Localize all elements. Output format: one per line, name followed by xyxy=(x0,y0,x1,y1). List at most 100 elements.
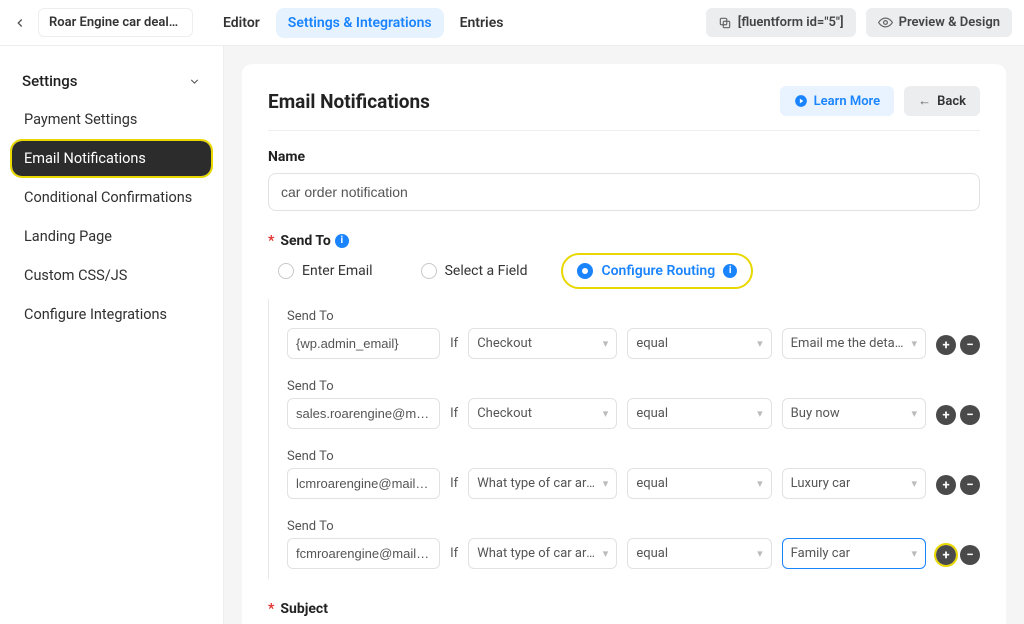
routing-row: Send To If What type of car are you ▾ eq… xyxy=(287,509,980,579)
back-label: Back xyxy=(937,94,966,109)
form-title[interactable]: Roar Engine car deal… xyxy=(38,8,193,37)
routing-field-select[interactable]: What type of car are you ▾ xyxy=(468,468,617,499)
routing-row-actions xyxy=(936,405,980,429)
routing-address-input[interactable] xyxy=(287,468,440,499)
select-value: Checkout xyxy=(477,406,532,421)
select-value: Checkout xyxy=(477,336,532,351)
select-value: What type of car are you xyxy=(477,476,597,491)
remove-route-button[interactable] xyxy=(960,405,980,425)
sidebar-item-configure-integrations[interactable]: Configure Integrations xyxy=(12,297,211,332)
routing-sendto-label: Send To xyxy=(287,379,440,394)
routing-field-select[interactable]: What type of car are you ▾ xyxy=(468,538,617,569)
chevron-down-icon xyxy=(188,75,201,88)
chevron-down-icon: ▾ xyxy=(603,547,609,560)
required-mark: * xyxy=(268,233,274,249)
sidebar-item-custom-css-js[interactable]: Custom CSS/JS xyxy=(12,258,211,293)
topbar-actions: [fluentform id="5"] Preview & Design xyxy=(706,8,1012,37)
if-label: If xyxy=(450,336,458,359)
tab-entries[interactable]: Entries xyxy=(448,8,516,38)
routing-row-actions xyxy=(936,335,980,359)
send-to-section: * Send To i Enter Email Select a Field xyxy=(268,233,980,579)
select-value: Buy now xyxy=(791,406,840,421)
send-to-label: * Send To i xyxy=(268,233,980,249)
sidebar-group-label: Settings xyxy=(22,72,78,90)
shortcode-text: [fluentform id="5"] xyxy=(738,15,844,30)
learn-more-label: Learn More xyxy=(814,94,880,109)
routing-operator-select[interactable]: equal ▾ xyxy=(627,468,771,499)
chevron-down-icon: ▾ xyxy=(911,547,917,560)
routing-value-select[interactable]: Email me the details ▾ xyxy=(782,328,926,359)
chevron-down-icon: ▾ xyxy=(603,477,609,490)
routing-operator-select[interactable]: equal ▾ xyxy=(627,328,771,359)
required-mark: * xyxy=(268,601,274,617)
radio-label: Select a Field xyxy=(445,263,528,279)
chevron-down-icon: ▾ xyxy=(757,407,763,420)
routing-row-actions xyxy=(936,475,980,499)
copy-icon xyxy=(718,16,732,30)
add-route-button[interactable] xyxy=(936,335,956,355)
routing-address-input[interactable] xyxy=(287,538,440,569)
remove-route-button[interactable] xyxy=(960,545,980,565)
back-icon[interactable] xyxy=(8,11,32,35)
radio-configure-routing[interactable]: Configure Routing i xyxy=(565,257,749,285)
add-route-button[interactable] xyxy=(936,475,956,495)
sidebar-item-payment-settings[interactable]: Payment Settings xyxy=(12,102,211,137)
select-value: Family car xyxy=(791,546,850,561)
routing-address-col: Send To xyxy=(287,449,440,499)
remove-route-button[interactable] xyxy=(960,335,980,355)
add-route-button[interactable] xyxy=(936,405,956,425)
routing-sendto-label: Send To xyxy=(287,449,440,464)
info-icon[interactable]: i xyxy=(723,264,737,278)
radio-select-field[interactable]: Select a Field xyxy=(411,257,538,285)
routing-field-select[interactable]: Checkout ▾ xyxy=(468,328,617,359)
topbar: Roar Engine car deal… Editor Settings & … xyxy=(0,0,1024,46)
routing-table: Send To If Checkout ▾ equal ▾ xyxy=(268,299,980,579)
card-header: Email Notifications Learn More ← Back xyxy=(268,86,980,131)
send-to-label-text: Send To xyxy=(280,233,330,249)
sidebar-item-conditional-confirmations[interactable]: Conditional Confirmations xyxy=(12,180,211,215)
routing-address-col: Send To xyxy=(287,379,440,429)
info-icon[interactable]: i xyxy=(335,234,349,248)
chevron-down-icon: ▾ xyxy=(603,407,609,420)
routing-sendto-label: Send To xyxy=(287,309,440,324)
learn-more-button[interactable]: Learn More xyxy=(780,86,894,116)
name-section: Name xyxy=(268,149,980,211)
select-value: equal xyxy=(636,336,668,351)
select-value: equal xyxy=(636,546,668,561)
tab-settings[interactable]: Settings & Integrations xyxy=(276,8,444,38)
routing-value-select[interactable]: Buy now ▾ xyxy=(782,398,926,429)
select-value: equal xyxy=(636,476,668,491)
name-label: Name xyxy=(268,149,980,165)
routing-address-col: Send To xyxy=(287,519,440,569)
routing-value-select[interactable]: Family car ▾ xyxy=(782,538,926,569)
sidebar: Settings Payment Settings Email Notifica… xyxy=(0,46,224,624)
routing-row: Send To If Checkout ▾ equal ▾ xyxy=(287,369,980,439)
name-input[interactable] xyxy=(268,173,980,211)
add-route-button[interactable] xyxy=(936,545,956,565)
routing-field-select[interactable]: Checkout ▾ xyxy=(468,398,617,429)
page-title: Email Notifications xyxy=(268,90,430,113)
routing-address-input[interactable] xyxy=(287,328,440,359)
radio-circle xyxy=(421,263,437,279)
if-label: If xyxy=(450,406,458,429)
settings-card: Email Notifications Learn More ← Back xyxy=(242,64,1006,624)
routing-row-actions xyxy=(936,545,980,569)
sidebar-item-email-notifications[interactable]: Email Notifications xyxy=(12,141,211,176)
back-button[interactable]: ← Back xyxy=(904,86,980,116)
sidebar-group-settings[interactable]: Settings xyxy=(10,64,213,98)
routing-row: Send To If What type of car are you ▾ eq… xyxy=(287,439,980,509)
sidebar-item-landing-page[interactable]: Landing Page xyxy=(12,219,211,254)
routing-value-select[interactable]: Luxury car ▾ xyxy=(782,468,926,499)
preview-button[interactable]: Preview & Design xyxy=(866,8,1012,37)
remove-route-button[interactable] xyxy=(960,475,980,495)
if-label: If xyxy=(450,546,458,569)
routing-operator-select[interactable]: equal ▾ xyxy=(627,398,771,429)
shortcode-button[interactable]: [fluentform id="5"] xyxy=(706,8,856,37)
top-tabs: Editor Settings & Integrations Entries xyxy=(211,8,515,38)
routing-operator-select[interactable]: equal ▾ xyxy=(627,538,771,569)
select-value: Luxury car xyxy=(791,476,851,491)
send-to-options: Enter Email Select a Field Configure Rou… xyxy=(268,257,980,285)
routing-address-input[interactable] xyxy=(287,398,440,429)
tab-editor[interactable]: Editor xyxy=(211,8,272,38)
radio-enter-email[interactable]: Enter Email xyxy=(268,257,383,285)
